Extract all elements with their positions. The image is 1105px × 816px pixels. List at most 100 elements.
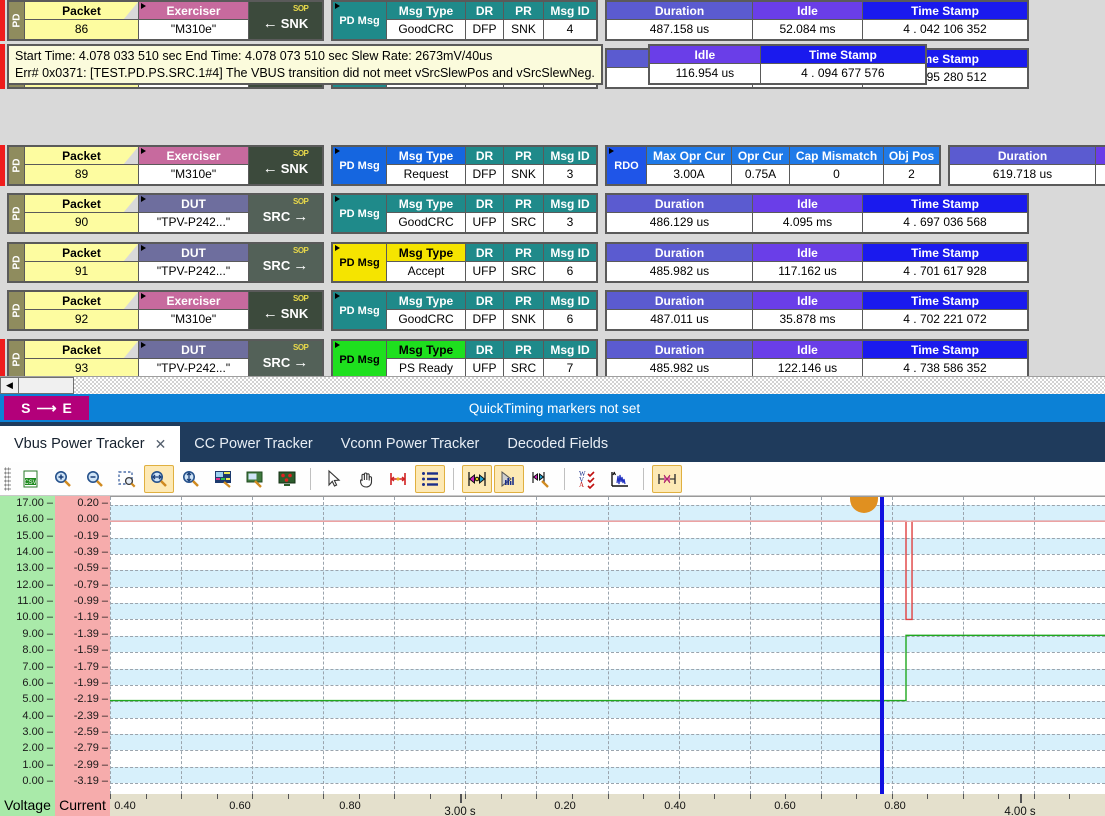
- pan-hand-icon[interactable]: [351, 465, 381, 493]
- time-stamp-header: Time Stamp: [862, 195, 1027, 213]
- packet-identity-group[interactable]: PD Packet 93 DUT "TPV-P242..." SOP SRC →: [7, 339, 324, 376]
- vbus-power-tracker-chart[interactable]: 17.00 – 16.00 – 15.00 – 14.00 – 13.00 – 12.00…: [0, 496, 1105, 816]
- annotation-check-icon[interactable]: WVA: [573, 465, 603, 493]
- packet-list-hscrollbar[interactable]: ◀: [0, 376, 1105, 394]
- time-stamp-value: 4 . 094 677 576: [759, 64, 925, 83]
- axis-tick: 1.00 –: [22, 758, 53, 771]
- power-role: PR SRC: [503, 195, 543, 232]
- toolbar-grip[interactable]: [4, 466, 11, 491]
- zoom-in-icon[interactable]: [48, 465, 78, 493]
- data-role-header: DR: [465, 195, 503, 213]
- zoom-out-icon[interactable]: [80, 465, 110, 493]
- duration-value: 485.982 us: [607, 359, 752, 376]
- packet-identity-group[interactable]: PD Packet 86 Exerciser "M310e" SOP ← SNK: [7, 0, 324, 41]
- quicktiming-message: QuickTiming markers not set: [468, 400, 641, 416]
- error-timing-group[interactable]: Idle 116.954 us Time Stamp 4 . 094 677 576: [647, 44, 927, 85]
- message-type: Msg Type PS Ready: [387, 341, 465, 376]
- packet-number: Packet 93: [25, 341, 138, 376]
- pd-message-group[interactable]: PD Msg Msg Type GoodCRC DR DFP PR SNK Msg ID 6: [331, 290, 598, 331]
- tab-close-icon[interactable]: ✕: [155, 436, 167, 453]
- idle-time-value: 116.954 us: [649, 64, 760, 83]
- packet-row[interactable]: PD Packet 93 DUT "TPV-P242..." SOP SRC → PD Msg M…: [0, 339, 1029, 376]
- pd-message-group[interactable]: PD Msg Msg Type Request DR DFP PR SNK Msg ID 3: [331, 145, 598, 186]
- histogram-icon[interactable]: [494, 464, 524, 493]
- pd-message-group[interactable]: PD Msg Msg Type PS Ready DR UFP PR SRC Msg ID 7: [331, 339, 598, 376]
- sop-label: SOP: [293, 4, 309, 13]
- direction-role-label: SRC: [262, 355, 291, 370]
- error-detail-row[interactable]: Start Time: 4.078 033 510 sec End Time: …: [0, 44, 927, 85]
- screen-capture-icon[interactable]: [240, 465, 270, 493]
- idle-time-header: Idle: [752, 2, 862, 20]
- tab-2[interactable]: Vconn Power Tracker: [327, 426, 494, 462]
- packet-row[interactable]: PD Packet 91 DUT "TPV-P242..." SOP SRC → PD Msg M…: [0, 242, 1029, 283]
- zoom-horizontal-icon[interactable]: [144, 464, 174, 493]
- message-type-header: Msg Type: [387, 244, 465, 262]
- scroll-left-button[interactable]: ◀: [0, 377, 19, 394]
- timing-group[interactable]: Duration 487.158 us Idle 52.084 ms Time Stam…: [605, 0, 1029, 41]
- pd-message-group[interactable]: PD Msg Msg Type Accept DR UFP PR SRC Msg ID 6: [331, 242, 598, 283]
- direction-indicator: ←SNK: [263, 16, 308, 31]
- data-role-value: DFP: [465, 310, 503, 329]
- measure-span-icon[interactable]: [383, 465, 413, 493]
- device-name-value: "M310e": [138, 165, 248, 184]
- span-measure-icon[interactable]: [652, 464, 682, 493]
- current-axis: 0.20 – 0.00 – -0.19 – -0.39 – -0.59 – -0.79 –…: [55, 496, 110, 794]
- pd-protocol-tag: PD: [9, 2, 25, 39]
- tab-1[interactable]: CC Power Tracker: [180, 426, 326, 462]
- timing-group[interactable]: Duration 619.718 us: [948, 145, 1105, 186]
- idle-time-header: Idle: [752, 341, 862, 359]
- timing-group[interactable]: Duration 486.129 us Idle 4.095 ms Time Stamp…: [605, 193, 1029, 234]
- quicktiming-start-label: S: [21, 400, 31, 416]
- packet-row[interactable]: PD Packet 92 Exerciser "M310e" SOP ← SNK PD Msg M…: [0, 290, 1029, 331]
- pd-msg-tag: PD Msg: [333, 147, 387, 184]
- color-settings-icon[interactable]: [208, 465, 238, 493]
- time-axis-tick: [465, 794, 467, 799]
- duration-value: 486.129 us: [607, 213, 752, 232]
- pd-message-group[interactable]: PD Msg Msg Type GoodCRC DR UFP PR SRC Msg ID 3: [331, 193, 598, 234]
- timing-group[interactable]: Duration 487.011 us Idle 35.878 ms Time Stam…: [605, 290, 1029, 331]
- quicktiming-bar[interactable]: S ⟶ E QuickTiming markers not set: [0, 394, 1105, 422]
- packet-identity-group[interactable]: PD Packet 92 Exerciser "M310e" SOP ← SNK: [7, 290, 324, 331]
- tab-label: Decoded Fields: [507, 436, 609, 452]
- list-view-icon[interactable]: [415, 464, 445, 493]
- direction-arrow-icon: →: [293, 354, 309, 371]
- packet-row[interactable]: PD Packet 90 DUT "TPV-P242..." SOP SRC → PD Msg M…: [0, 193, 1029, 234]
- display-config-icon[interactable]: [272, 465, 302, 493]
- packet-row[interactable]: PD Packet 89 Exerciser "M310e" SOP ← SNK PD Msg M…: [0, 145, 1105, 186]
- data-role: DR UFP: [465, 341, 503, 376]
- zoom-select-icon[interactable]: [112, 465, 142, 493]
- message-type: Msg Type Request: [387, 147, 465, 184]
- scroll-thumb[interactable]: [19, 377, 74, 394]
- pd-protocol-label: PD: [11, 352, 22, 367]
- timing-group[interactable]: Duration 485.982 us Idle 122.146 us Time Sta…: [605, 339, 1029, 376]
- chart-cursor-line[interactable]: [879, 497, 884, 794]
- timing-group[interactable]: Duration 485.982 us Idle 117.162 us Time Sta…: [605, 242, 1029, 283]
- packet-list[interactable]: PD Packet 86 Exerciser "M310e" SOP ← SNK PD Msg M…: [0, 0, 1105, 376]
- waveform-axis-icon[interactable]: [605, 465, 635, 493]
- tab-bar[interactable]: Vbus Power Tracker ✕ CC Power Tracker Vconn…: [0, 422, 1105, 462]
- chart-toolbar[interactable]: CSV W V A: [0, 462, 1105, 496]
- tab-0[interactable]: Vbus Power Tracker ✕: [0, 426, 181, 462]
- message-type-value: GoodCRC: [387, 20, 465, 39]
- packet-number: Packet 89: [25, 147, 138, 184]
- marker-settings-icon[interactable]: [526, 465, 556, 493]
- quicktiming-badge[interactable]: S ⟶ E: [4, 396, 89, 420]
- axis-tick: -0.99 –: [73, 595, 108, 608]
- export-csv-icon[interactable]: CSV: [16, 465, 46, 493]
- toolbar-separator: [564, 467, 565, 490]
- tab-3[interactable]: Decoded Fields: [493, 426, 622, 462]
- packet-number-header: Packet: [25, 195, 138, 213]
- zoom-vertical-icon[interactable]: [176, 465, 206, 493]
- pd-message-group[interactable]: PD Msg Msg Type GoodCRC DR DFP PR SNK Msg ID 4: [331, 0, 598, 41]
- packet-identity-group[interactable]: PD Packet 89 Exerciser "M310e" SOP ← SNK: [7, 145, 324, 186]
- toolbar-separator: [310, 467, 311, 490]
- packet-identity-group[interactable]: PD Packet 91 DUT "TPV-P242..." SOP SRC →: [7, 242, 324, 283]
- pointer-tool-icon[interactable]: [319, 465, 349, 493]
- markers-icon[interactable]: [462, 464, 492, 493]
- packet-identity-group[interactable]: PD Packet 90 DUT "TPV-P242..." SOP SRC →: [7, 193, 324, 234]
- axis-tick: -2.39 –: [73, 709, 108, 722]
- chart-plot-area[interactable]: [110, 496, 1105, 794]
- device-name-value: "TPV-P242...": [138, 262, 248, 281]
- rdo-group[interactable]: RDO Max Opr Cur 3.00A Opr Cur 0.75A Cap Misma…: [605, 145, 941, 186]
- packet-row[interactable]: PD Packet 86 Exerciser "M310e" SOP ← SNK PD Msg M…: [0, 0, 1029, 41]
